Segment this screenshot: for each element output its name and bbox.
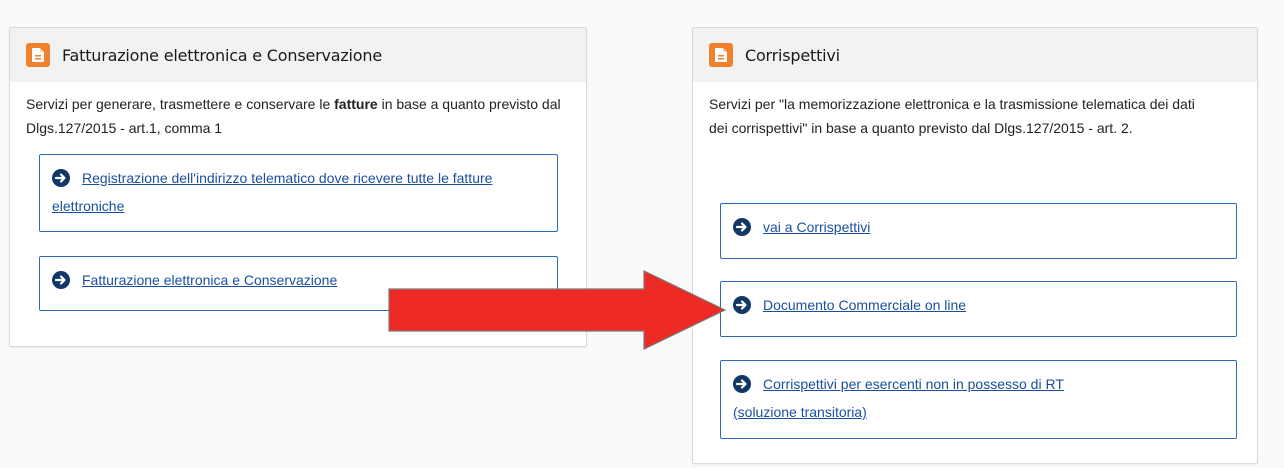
link-documento-commerciale[interactable]: Documento Commerciale on line xyxy=(763,297,966,313)
panel-header: Fatturazione elettronica e Conservazione xyxy=(10,28,586,82)
panel-header: Corrispettivi xyxy=(693,28,1257,82)
link-registrazione-indirizzo[interactable]: Registrazione dell'indirizzo telematico … xyxy=(52,170,492,214)
circle-arrow-right-icon xyxy=(52,271,70,289)
document-icon xyxy=(26,43,50,67)
circle-arrow-right-icon xyxy=(733,218,751,236)
red-arrow-annotation xyxy=(388,270,727,350)
panel-description: Servizi per generare, trasmettere e cons… xyxy=(26,96,561,136)
document-icon xyxy=(709,43,733,67)
link-box-registrazione[interactable]: Registrazione dell'indirizzo telematico … xyxy=(39,154,558,232)
link-fatturazione-elettronica[interactable]: Fatturazione elettronica e Conservazione xyxy=(82,272,337,288)
panel-title: Fatturazione elettronica e Conservazione xyxy=(62,45,382,65)
panel-description: Servizi per "la memorizzazione elettroni… xyxy=(709,96,1195,136)
link-box-documento-commerciale[interactable]: Documento Commerciale on line xyxy=(720,281,1237,337)
circle-arrow-right-icon xyxy=(733,296,751,314)
link-corrispettivi-esercenti[interactable]: Corrispettivi per esercenti non in posse… xyxy=(733,376,1064,420)
circle-arrow-right-icon xyxy=(52,169,70,187)
link-box-vai-corrispettivi[interactable]: vai a Corrispettivi xyxy=(720,203,1237,259)
panel-corrispettivi: Corrispettivi Servizi per "la memorizzaz… xyxy=(692,27,1258,464)
circle-arrow-right-icon xyxy=(733,375,751,393)
link-box-esercenti-non-rt[interactable]: Corrispettivi per esercenti non in posse… xyxy=(720,360,1237,439)
link-vai-a-corrispettivi[interactable]: vai a Corrispettivi xyxy=(763,219,870,235)
panel-title: Corrispettivi xyxy=(745,45,840,65)
